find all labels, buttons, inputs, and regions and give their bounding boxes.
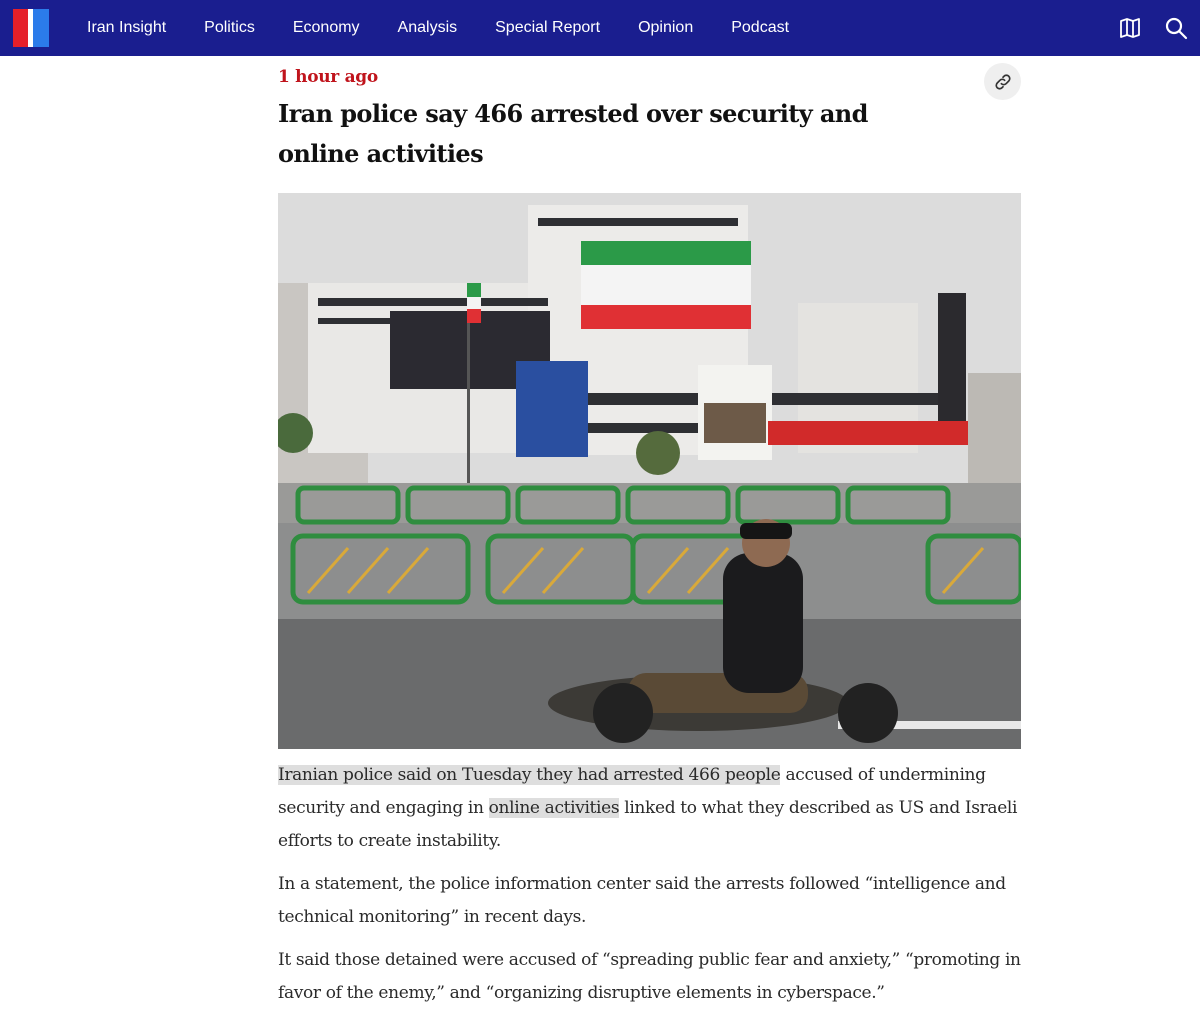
paragraph-3: It said those detained were accused of “… (278, 950, 1021, 1003)
nav-item-iran-insight[interactable]: Iran Insight (68, 19, 185, 37)
nav-item-special-report[interactable]: Special Report (476, 19, 619, 37)
nav-item-economy[interactable]: Economy (274, 19, 379, 37)
nav-item-opinion[interactable]: Opinion (619, 19, 712, 37)
highlighted-link[interactable]: online activities (488, 798, 620, 818)
copy-link-button[interactable] (984, 63, 1021, 100)
paragraph-2: In a statement, the police information c… (278, 874, 1006, 927)
top-nav: Iran Insight Politics Economy Analysis S… (0, 0, 1200, 56)
article-body: Iranian police said on Tuesday they had … (278, 756, 1021, 1020)
nav-links: Iran Insight Politics Economy Analysis S… (68, 0, 808, 56)
map-icon[interactable] (1118, 16, 1142, 40)
nav-icons (1118, 0, 1188, 56)
link-icon (994, 73, 1011, 90)
nav-item-politics[interactable]: Politics (185, 19, 274, 37)
highlighted-text[interactable]: Iranian police said on Tuesday they had … (278, 765, 781, 785)
article-headline: Iran police say 466 arrested over securi… (278, 99, 868, 168)
nav-item-analysis[interactable]: Analysis (379, 19, 477, 37)
article-photo (278, 193, 1021, 749)
article-timestamp: 1 hour ago (278, 67, 378, 87)
search-icon[interactable] (1164, 16, 1188, 40)
paragraph-1: Iranian police said on Tuesday they had … (278, 759, 1021, 858)
nav-item-podcast[interactable]: Podcast (712, 19, 808, 37)
site-logo[interactable] (13, 9, 49, 47)
